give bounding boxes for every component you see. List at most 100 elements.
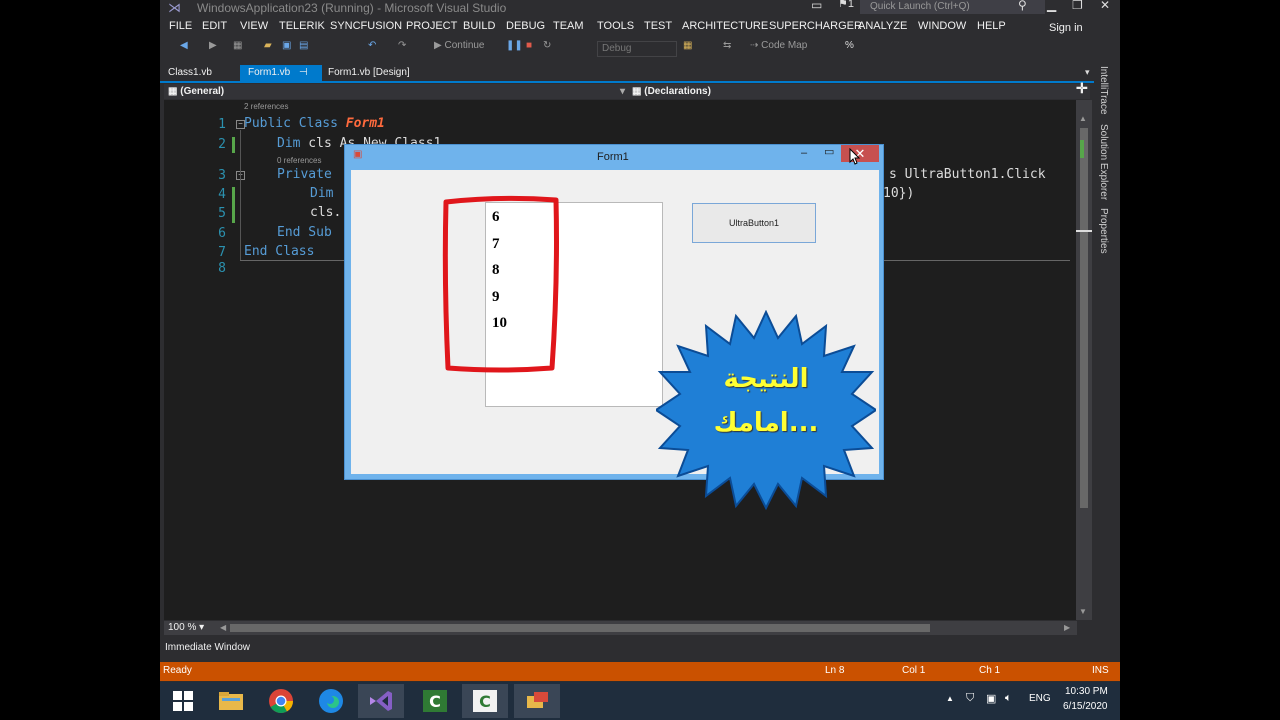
split-editor-icon[interactable]: ✛: [1076, 81, 1088, 96]
input-language[interactable]: ENG: [1029, 693, 1051, 704]
menu-view[interactable]: VIEW: [240, 20, 268, 32]
back-icon[interactable]: ◀: [180, 40, 188, 51]
menu-file[interactable]: FILE: [169, 20, 192, 32]
method-dropdown[interactable]: ▦ (Declarations): [632, 84, 711, 99]
security-icon[interactable]: ⛉: [966, 692, 974, 705]
horizontal-scrollbar-thumb[interactable]: [230, 624, 930, 632]
menu-window[interactable]: WINDOW: [918, 20, 966, 32]
class-dropdown-arrow-icon[interactable]: ▾: [620, 84, 625, 99]
zoom-level-select[interactable]: 100 % ▾: [168, 621, 204, 635]
tab-form1-vb[interactable]: Form1.vb ⊣ ✕: [240, 65, 322, 94]
pin-icon[interactable]: ⊣: [299, 67, 308, 78]
network-icon[interactable]: ▣: [986, 692, 996, 705]
open-file-icon[interactable]: ▰: [264, 40, 272, 51]
form-minimize-icon[interactable]: –: [801, 147, 807, 159]
continue-button[interactable]: ▶ Continue: [434, 40, 485, 51]
file-explorer-button[interactable]: [208, 684, 254, 718]
search-icon[interactable]: ⚲: [1018, 0, 1027, 12]
visual-studio-button[interactable]: [358, 684, 404, 718]
scroll-up-icon[interactable]: ▲: [1079, 114, 1087, 123]
chrome-button[interactable]: [258, 684, 304, 718]
comment-icon[interactable]: %: [845, 40, 854, 51]
class-name: Form1: [345, 116, 385, 131]
editor-footer: 100 % ▾ ◀ ▶: [164, 621, 1077, 635]
scroll-down-icon[interactable]: ▼: [1079, 607, 1087, 616]
windows-logo-icon: [173, 691, 193, 711]
step-icon[interactable]: ⇆: [723, 40, 731, 51]
menu-project[interactable]: PROJECT: [406, 20, 457, 32]
menu-architecture[interactable]: ARCHITECTURE: [682, 20, 768, 32]
visual-studio-window: ⋊ WindowsApplication23 (Running) - Micro…: [160, 0, 1120, 720]
code-line-5[interactable]: cls.: [310, 205, 341, 220]
document-tabs: Class1.vb Form1.vb ⊣ ✕ Form1.vb [Design]…: [160, 65, 1095, 94]
show-hidden-icons[interactable]: ▲: [946, 694, 954, 703]
pause-icon[interactable]: ❚❚: [506, 40, 523, 51]
ultra-button[interactable]: UltraButton1: [692, 203, 816, 243]
line-number: 4: [218, 187, 226, 202]
attach-process-icon[interactable]: ▦: [683, 40, 692, 51]
camtasia-recorder-button[interactable]: C: [462, 684, 508, 718]
solution-configuration-select[interactable]: Debug: [597, 41, 677, 57]
undo-icon[interactable]: ↶: [368, 40, 376, 51]
menu-telerik[interactable]: TELERIK: [279, 20, 325, 32]
stop-icon[interactable]: ■: [526, 40, 532, 51]
tab-form1-design[interactable]: Form1.vb [Design]: [320, 65, 440, 81]
tab-solution-explorer[interactable]: Solution Explorer: [1098, 124, 1109, 200]
code-map-label: Code Map: [761, 40, 808, 51]
vertical-scrollbar[interactable]: ▲ ▼: [1076, 100, 1092, 620]
new-project-icon[interactable]: ▦: [233, 40, 242, 51]
edge-button[interactable]: [308, 684, 354, 718]
restart-icon[interactable]: ↻: [543, 40, 551, 51]
code-line-1[interactable]: Public Class Form1: [244, 116, 385, 131]
indicator-margin[interactable]: [164, 100, 186, 620]
menu-tools[interactable]: TOOLS: [597, 20, 634, 32]
tab-class1-vb[interactable]: Class1.vb: [160, 65, 238, 81]
code-line-4-end[interactable]: 10}): [883, 186, 914, 201]
code-line-7[interactable]: End Class: [244, 244, 314, 259]
volume-icon[interactable]: 🔈︎: [1005, 692, 1012, 705]
menu-test[interactable]: TEST: [644, 20, 672, 32]
menu-edit[interactable]: EDIT: [202, 20, 227, 32]
save-icon[interactable]: ▣: [282, 40, 291, 51]
change-map-marker: [1080, 140, 1084, 158]
tab-overflow-icon[interactable]: ▾: [1085, 67, 1090, 78]
clock-time[interactable]: 10:30 PM: [1065, 686, 1108, 697]
restore-icon[interactable]: ❐: [1072, 0, 1083, 12]
notification-icon[interactable]: ▭: [811, 0, 822, 12]
save-all-icon[interactable]: ▤: [299, 40, 308, 51]
sign-in-link[interactable]: Sign in: [1049, 22, 1083, 34]
menu-build[interactable]: BUILD: [463, 20, 495, 32]
feedback-flag-icon[interactable]: ⚑1: [838, 0, 854, 10]
menu-syncfusion[interactable]: SYNCFUSION: [330, 20, 402, 32]
code-line-4-start[interactable]: Dim: [310, 186, 333, 201]
code-map-button[interactable]: ⇢ Code Map: [750, 40, 807, 51]
menu-analyze[interactable]: ANALYZE: [858, 20, 907, 32]
code-line-6[interactable]: End Sub: [277, 225, 332, 240]
menu-help[interactable]: HELP: [977, 20, 1006, 32]
tab-intellitrace[interactable]: IntelliTrace: [1098, 66, 1109, 115]
redo-icon[interactable]: ↷: [398, 40, 406, 51]
menu-debug[interactable]: DEBUG: [506, 20, 545, 32]
line-number: 5: [218, 206, 226, 221]
form-maximize-icon[interactable]: ▭: [824, 145, 834, 158]
start-button[interactable]: [160, 684, 206, 718]
minimize-icon[interactable]: ▁: [1047, 0, 1056, 12]
code-line-3-start[interactable]: Private: [277, 167, 332, 182]
clock-date[interactable]: 6/15/2020: [1063, 701, 1108, 712]
scrollbar-thumb[interactable]: [1080, 128, 1088, 508]
code-line-3-end[interactable]: s UltraButton1.Click: [889, 167, 1046, 182]
camtasia-button[interactable]: C: [412, 684, 458, 718]
status-text: Ready: [163, 665, 192, 676]
menu-supercharger[interactable]: SUPERCHARGER: [769, 20, 862, 32]
immediate-window-tab[interactable]: Immediate Window: [160, 638, 1120, 658]
forward-icon[interactable]: ▶: [209, 40, 217, 51]
close-icon[interactable]: ✕: [1100, 0, 1110, 12]
class-dropdown[interactable]: ▦ (General): [168, 84, 224, 99]
codelens-references[interactable]: 0 references: [277, 156, 321, 165]
scroll-left-icon[interactable]: ◀: [220, 623, 226, 632]
codelens-references[interactable]: 2 references: [244, 102, 288, 111]
menu-team[interactable]: TEAM: [553, 20, 584, 32]
scroll-right-icon[interactable]: ▶: [1064, 623, 1070, 632]
tab-properties[interactable]: Properties: [1098, 208, 1109, 254]
running-app-button[interactable]: [514, 684, 560, 718]
